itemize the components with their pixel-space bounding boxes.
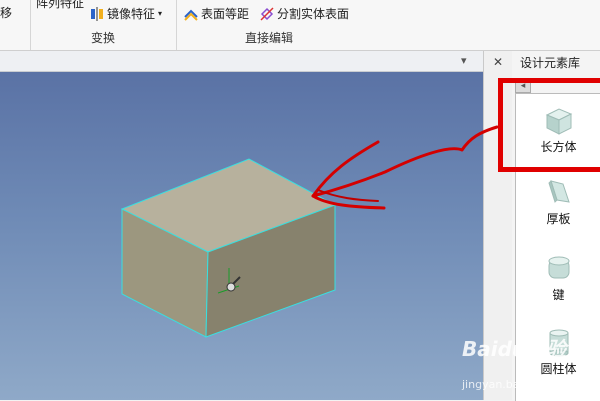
watermark-url: jingyan.baidu.com [462,378,564,391]
watermark-brand: Baidu经验 [462,337,567,361]
